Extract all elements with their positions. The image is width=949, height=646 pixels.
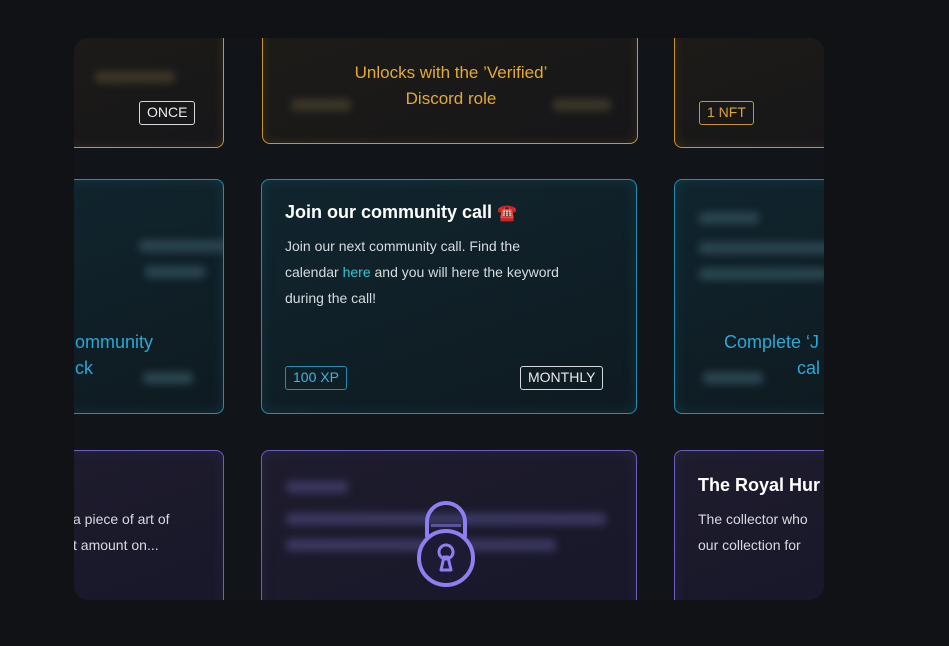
xp-badge: 100 XP <box>285 366 347 390</box>
quest-grid-viewport: ONCE Unlocks with the ’Verified’ Discord… <box>74 38 824 600</box>
blurred-badge <box>703 372 763 384</box>
quest-card-once[interactable]: ONCE <box>74 38 224 148</box>
blurred-badge <box>553 99 611 111</box>
blurred-text <box>95 71 175 83</box>
lock-icon <box>417 501 475 587</box>
locked-requirement-line2: cal <box>797 358 821 378</box>
frequency-badge: ONCE <box>139 101 196 125</box>
blurred-title <box>699 212 759 224</box>
blurred-text <box>699 268 824 280</box>
quest-title: The Royal Hur <box>698 475 821 495</box>
quest-description: Join our next community call. Find the c… <box>285 238 559 306</box>
quest-card-art[interactable]: a piece of art of t amount on... <box>74 450 224 600</box>
locked-requirement-line2: ck <box>75 358 93 378</box>
unlock-icon <box>419 38 479 43</box>
frequency-badge: MONTHLY <box>520 366 604 390</box>
quest-card-verified-role[interactable]: Unlocks with the ’Verified’ Discord role <box>262 38 638 144</box>
blurred-badge <box>143 372 193 384</box>
quest-description: The collector who our collection for <box>698 511 808 553</box>
blurred-text <box>145 266 205 278</box>
telephone-icon: ☎️ <box>497 205 517 222</box>
requirement-badge: 1 NFT <box>699 101 754 125</box>
blurred-badge <box>291 99 351 111</box>
quest-card-nft[interactable]: 1 NFT <box>674 38 824 148</box>
calendar-link[interactable]: here <box>343 264 371 280</box>
quest-card-community-left[interactable]: ommunity ck <box>74 179 224 414</box>
quest-card-royal-hunt[interactable]: The Royal Hur The collector who our coll… <box>674 450 824 600</box>
quest-title: Join our community call ☎️ <box>285 202 517 222</box>
quest-card-locked[interactable] <box>261 450 637 600</box>
blurred-title <box>286 481 348 493</box>
locked-requirement-line1: ommunity <box>75 332 154 352</box>
quest-card-complete-right[interactable]: Complete ‘J cal <box>674 179 824 414</box>
blurred-text <box>139 240 223 252</box>
locked-requirement-line1: Complete ‘J <box>724 332 820 352</box>
unlock-requirement-line1: Unlocks with the ’Verified’ <box>354 63 548 82</box>
quest-description: a piece of art of t amount on... <box>74 511 170 553</box>
quest-card-community-call[interactable]: Join our community call ☎️ Join our next… <box>261 179 637 414</box>
blurred-text <box>699 242 824 254</box>
